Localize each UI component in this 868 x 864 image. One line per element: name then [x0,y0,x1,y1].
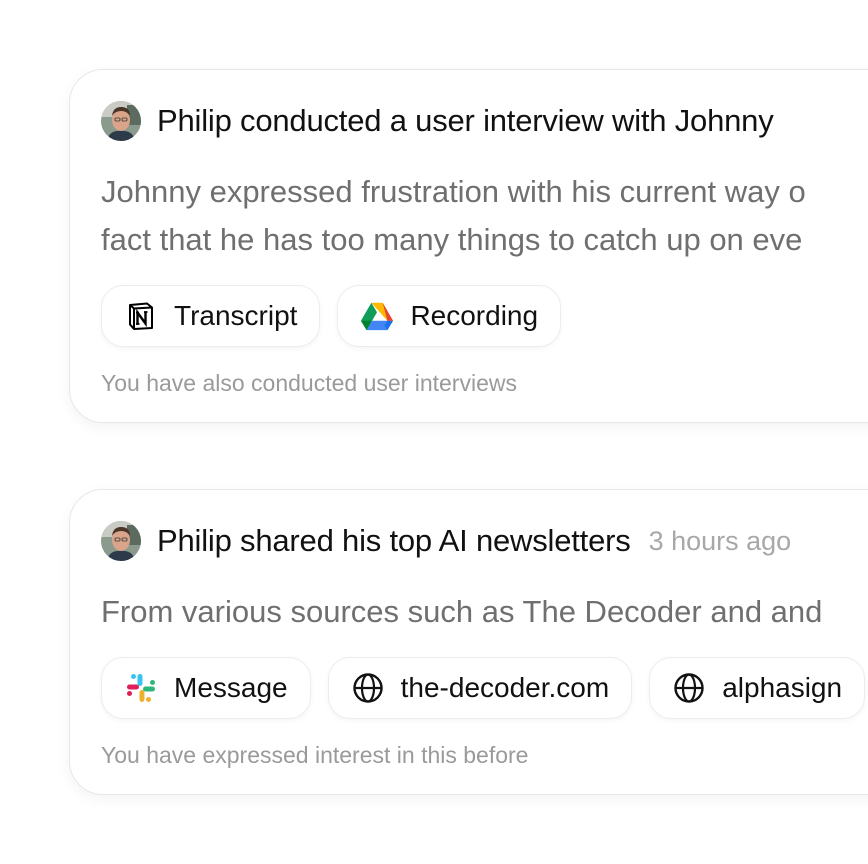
summary-line: fact that he has too many things to catc… [101,222,803,257]
chip-label: the-decoder.com [400,672,610,703]
notion-icon [124,299,158,333]
card-header: Philip conducted a user interview with J… [101,101,774,141]
recording-chip[interactable]: Recording [337,285,562,347]
chip-label: alphasign [722,672,843,703]
card-summary: From various sources such as The Decoder… [101,588,822,636]
card-footnote: You have expressed interest in this befo… [101,742,529,768]
card-title: Philip shared his top AI newsletters [157,523,631,558]
card-timestamp: 3 hours ago [648,525,792,556]
activity-card-user-interview[interactable]: Philip conducted a user interview with J… [69,69,868,423]
summary-line: From various sources such as The Decoder… [101,594,823,629]
summary-line: Johnny expressed frustration with his cu… [101,174,806,209]
card-footnote: You have also conducted user interviews [101,370,517,396]
chip-label: Message [174,672,288,703]
message-chip[interactable]: Message [101,657,311,719]
activity-card-newsletters[interactable]: Philip shared his top AI newsletters 3 h… [69,489,868,795]
chip-label: Recording [410,300,539,331]
globe-icon [672,671,706,705]
chip-label: Transcript [174,300,298,331]
card-header: Philip shared his top AI newsletters 3 h… [101,521,791,561]
slack-icon [124,671,158,705]
activity-feed: Philip conducted a user interview with J… [0,0,868,864]
avatar[interactable] [101,101,141,141]
transcript-chip[interactable]: Transcript [101,285,321,347]
the-decoder-link-chip[interactable]: the-decoder.com [327,657,633,719]
attachment-chips: Message the-decoder.com alphasign [101,657,866,719]
attachment-chips: Transcript Recording [101,285,562,347]
card-summary: Johnny expressed frustration with his cu… [101,168,806,264]
card-title: Philip conducted a user interview with J… [157,103,774,138]
avatar[interactable] [101,521,141,561]
google-drive-icon [360,299,394,333]
globe-icon [351,671,385,705]
alphasign-link-chip[interactable]: alphasign [649,657,866,719]
